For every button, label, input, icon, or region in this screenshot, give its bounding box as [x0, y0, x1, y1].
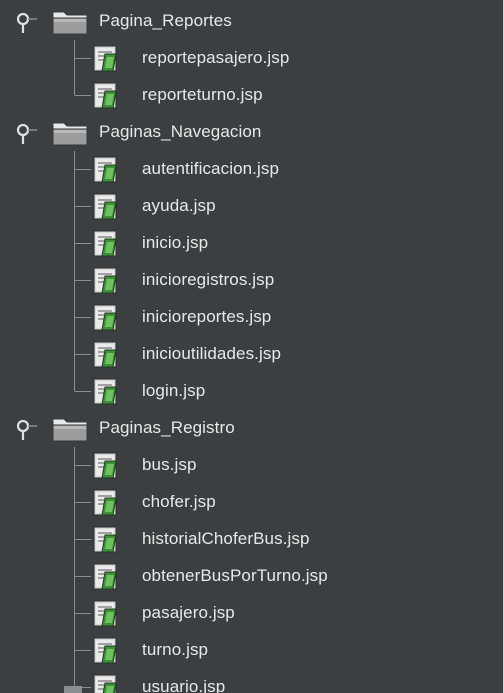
tree-folder-row[interactable]: Paginas_Registro	[0, 410, 503, 447]
expanded-handle-icon[interactable]	[14, 417, 38, 441]
tree-connector-line	[74, 40, 92, 77]
folder-icon	[52, 416, 88, 442]
tree-file-row[interactable]: bus.jsp	[0, 447, 503, 484]
file-label: login.jsp	[142, 381, 206, 400]
jsp-file-icon	[93, 267, 123, 294]
project-tree: Pagina_Reportes reportepasajero.jsp report…	[0, 0, 504, 693]
file-label: turno.jsp	[142, 640, 209, 659]
expanded-handle-icon[interactable]	[14, 121, 38, 145]
folder-label: Paginas_Navegacion	[99, 122, 262, 141]
file-label: chofer.jsp	[142, 492, 216, 511]
tree-connector-line	[74, 299, 92, 336]
file-label: inicio.jsp	[142, 233, 209, 252]
file-label: pasajero.jsp	[142, 603, 235, 622]
file-label: bus.jsp	[142, 455, 197, 474]
tree-connector-line	[74, 632, 92, 669]
folder-icon	[52, 9, 88, 35]
jsp-file-icon	[93, 378, 123, 405]
tree-connector-line	[74, 521, 92, 558]
tree-folder-row[interactable]: Paginas_Navegacion	[0, 114, 503, 151]
tree-connector-line	[74, 595, 92, 632]
jsp-file-icon	[93, 526, 123, 553]
file-label: ayuda.jsp	[142, 196, 216, 215]
tree-file-row[interactable]: ayuda.jsp	[0, 188, 503, 225]
tree-file-row[interactable]: inicioregistros.jsp	[0, 262, 503, 299]
jsp-file-icon	[93, 563, 123, 590]
file-label: obtenerBusPorTurno.jsp	[142, 566, 328, 585]
jsp-file-icon	[93, 452, 123, 479]
jsp-file-icon	[93, 341, 123, 368]
tree-file-row[interactable]: historialChoferBus.jsp	[0, 521, 503, 558]
tree-connector-line	[74, 188, 92, 225]
tree-file-row[interactable]: reporteturno.jsp	[0, 77, 503, 114]
file-label: inicioregistros.jsp	[142, 270, 275, 289]
tree-file-row[interactable]: obtenerBusPorTurno.jsp	[0, 558, 503, 595]
jsp-file-icon	[93, 304, 123, 331]
jsp-file-icon	[93, 230, 123, 257]
folder-label: Pagina_Reportes	[99, 11, 232, 30]
tree-folder-row[interactable]: Pagina_Reportes	[0, 3, 503, 40]
tree-file-row[interactable]: turno.jsp	[0, 632, 503, 669]
tree-file-row[interactable]: pasajero.jsp	[0, 595, 503, 632]
tree-file-row[interactable]: login.jsp	[0, 373, 503, 410]
jsp-file-icon	[93, 600, 123, 627]
jsp-file-icon	[93, 193, 123, 220]
tree-connector-line	[74, 373, 92, 410]
file-label: autentificacion.jsp	[142, 159, 280, 178]
tree-connector-line	[74, 77, 92, 114]
jsp-file-icon	[93, 45, 123, 72]
tree-connector-line	[74, 262, 92, 299]
expanded-handle-icon[interactable]	[14, 10, 38, 34]
tree-connector-line	[74, 151, 92, 188]
tree-file-row[interactable]: inicioreportes.jsp	[0, 299, 503, 336]
file-label: reportepasajero.jsp	[142, 48, 290, 67]
tree-connector-line	[74, 225, 92, 262]
next-row-partial	[64, 686, 82, 693]
jsp-file-icon	[93, 637, 123, 664]
tree-connector-line	[74, 558, 92, 595]
file-label: inicioutilidades.jsp	[142, 344, 282, 363]
file-label: reporteturno.jsp	[142, 85, 263, 104]
folder-icon	[52, 120, 88, 146]
tree-file-row[interactable]: autentificacion.jsp	[0, 151, 503, 188]
file-label: usuario.jsp	[142, 677, 226, 693]
tree-connector-line	[74, 447, 92, 484]
jsp-file-icon	[93, 156, 123, 183]
jsp-file-icon	[93, 489, 123, 516]
tree-connector-line	[74, 336, 92, 373]
jsp-file-icon	[93, 674, 123, 693]
tree-file-row[interactable]: chofer.jsp	[0, 484, 503, 521]
tree-file-row[interactable]: inicioutilidades.jsp	[0, 336, 503, 373]
tree-file-row[interactable]: inicio.jsp	[0, 225, 503, 262]
tree-connector-line	[74, 484, 92, 521]
file-label: historialChoferBus.jsp	[142, 529, 310, 548]
jsp-file-icon	[93, 82, 123, 109]
folder-label: Paginas_Registro	[99, 418, 235, 437]
file-label: inicioreportes.jsp	[142, 307, 272, 326]
tree-file-row[interactable]: reportepasajero.jsp	[0, 40, 503, 77]
